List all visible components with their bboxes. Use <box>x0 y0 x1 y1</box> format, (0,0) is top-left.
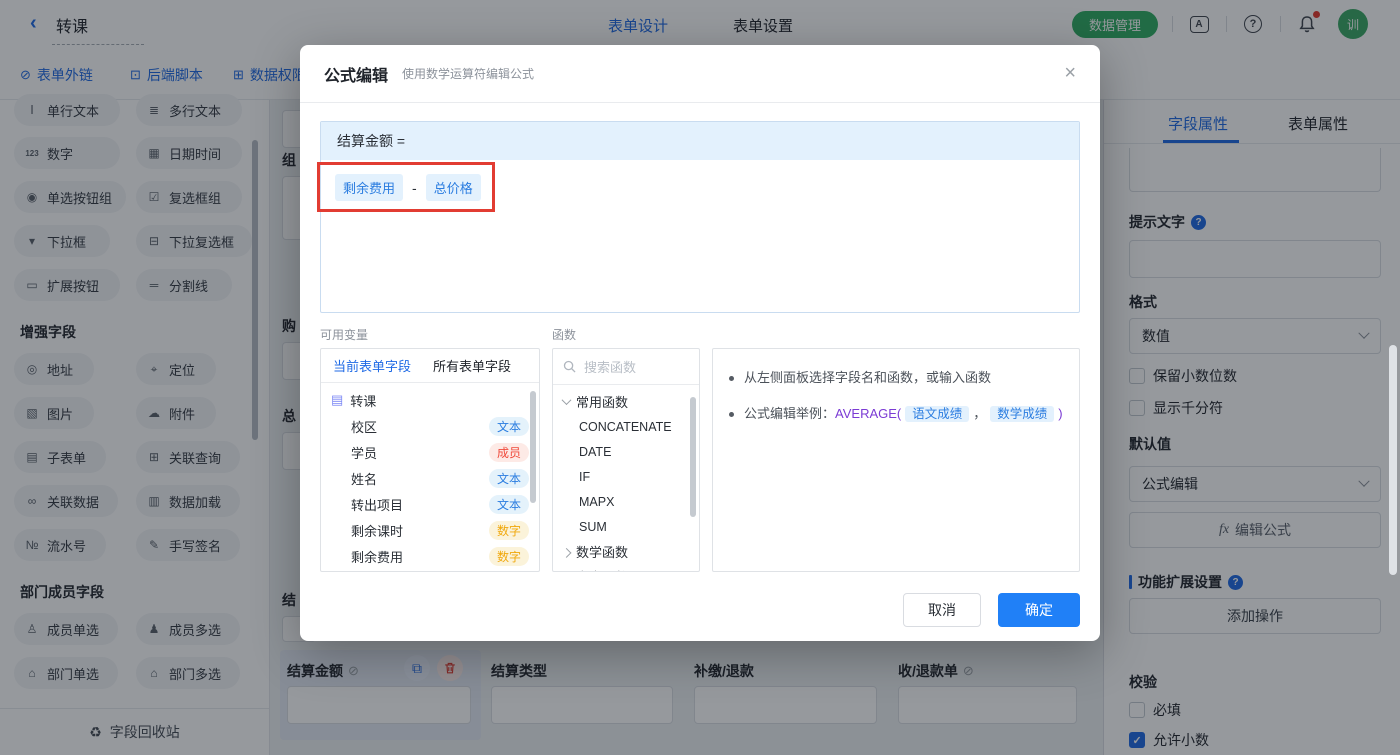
example-function-open: AVERAGE( <box>835 406 901 421</box>
field-type-tag: 数字 <box>489 547 529 566</box>
window-scrollbar[interactable] <box>1389 345 1397 575</box>
form-doc-icon: ▤ <box>331 392 343 408</box>
function-item[interactable]: IF <box>553 464 699 489</box>
hint-line-2: 公式编辑举例：AVERAGE(语文成绩，数学成绩) <box>729 403 1063 425</box>
hint-line-1: 从左侧面板选择字段名和函数，或输入函数 <box>729 367 1063 389</box>
function-item[interactable]: MAPX <box>553 489 699 514</box>
hint-panel: 从左侧面板选择字段名和函数，或输入函数 公式编辑举例：AVERAGE(语文成绩，… <box>712 348 1080 572</box>
tab-current-form-fields[interactable]: 当前表单字段 <box>333 356 411 375</box>
field-type-tag: 文本 <box>489 469 529 488</box>
panel-scrollbar[interactable] <box>690 397 696 517</box>
function-group-common[interactable]: 常用函数 <box>553 389 699 414</box>
variable-row[interactable]: 转出项目文本 <box>321 491 539 517</box>
field-type-tag: 文本 <box>489 417 529 436</box>
variable-form-root[interactable]: ▤ 转课 <box>321 387 539 413</box>
formula-editor[interactable]: 结算金额 = 剩余费用 - 总价格 <box>320 121 1080 313</box>
function-search[interactable]: 搜索函数 <box>553 349 699 385</box>
cancel-button[interactable]: 取消 <box>903 593 981 627</box>
function-group-text[interactable]: 文本函数 <box>553 564 699 572</box>
app-window: ‹ 转课 表单设计 表单设置 数据管理 A ? 训 ⊘ 表单外链 ⊡ 后端脚本 … <box>0 0 1400 755</box>
variable-row[interactable]: 姓名文本 <box>321 465 539 491</box>
formula-target: 结算金额 = <box>321 122 1079 160</box>
search-placeholder: 搜索函数 <box>584 357 636 376</box>
functions-label: 函数 <box>552 326 576 343</box>
variable-row[interactable]: 校区文本 <box>321 413 539 439</box>
function-group-math[interactable]: 数学函数 <box>553 539 699 564</box>
variables-tabs: 当前表单字段 所有表单字段 <box>321 349 539 383</box>
variable-row[interactable]: 剩余费用数字 <box>321 543 539 569</box>
modal-subtitle: 使用数学运算符编辑公式 <box>402 65 534 82</box>
functions-panel: 搜索函数 常用函数 CONCATENATE DATE IF MAPX SUM 数… <box>552 348 700 572</box>
function-item[interactable]: SUM <box>553 514 699 539</box>
modal-header: 公式编辑 使用数学运算符编辑公式 <box>300 45 1100 103</box>
bullet-dot <box>729 412 734 417</box>
field-type-tag: 成员 <box>489 443 529 462</box>
variable-row[interactable]: 学员成员 <box>321 439 539 465</box>
formula-edit-modal: 公式编辑 使用数学运算符编辑公式 × 结算金额 = 剩余费用 - 总价格 可用变… <box>300 45 1100 641</box>
panel-scrollbar[interactable] <box>530 391 536 503</box>
variable-row[interactable]: 剩余课时数字 <box>321 517 539 543</box>
formula-field-token[interactable]: 总价格 <box>426 174 481 201</box>
function-item[interactable]: DATE <box>553 439 699 464</box>
example-function-close: ) <box>1058 406 1062 421</box>
tab-all-form-fields[interactable]: 所有表单字段 <box>433 356 511 375</box>
caret-right-icon <box>562 548 572 558</box>
variables-label: 可用变量 <box>320 326 368 343</box>
variables-panel: 当前表单字段 所有表单字段 ▤ 转课 校区文本 学员成员 姓名文本 转出项目文本… <box>320 348 540 572</box>
bullet-dot <box>729 376 734 381</box>
function-item[interactable]: CONCATENATE <box>553 414 699 439</box>
formula-operator: - <box>412 180 417 196</box>
close-icon[interactable]: × <box>1064 63 1076 83</box>
field-type-tag: 数字 <box>489 521 529 540</box>
formula-expression: 剩余费用 - 总价格 <box>321 160 1079 215</box>
confirm-button[interactable]: 确定 <box>998 593 1080 627</box>
search-icon <box>563 360 576 373</box>
field-type-tag: 文本 <box>489 495 529 514</box>
formula-field-token[interactable]: 剩余费用 <box>335 174 403 201</box>
example-field-chip: 语文成绩 <box>905 406 969 422</box>
example-field-chip: 数学成绩 <box>990 406 1054 422</box>
modal-title: 公式编辑 <box>324 62 388 86</box>
caret-down-icon <box>562 395 572 405</box>
